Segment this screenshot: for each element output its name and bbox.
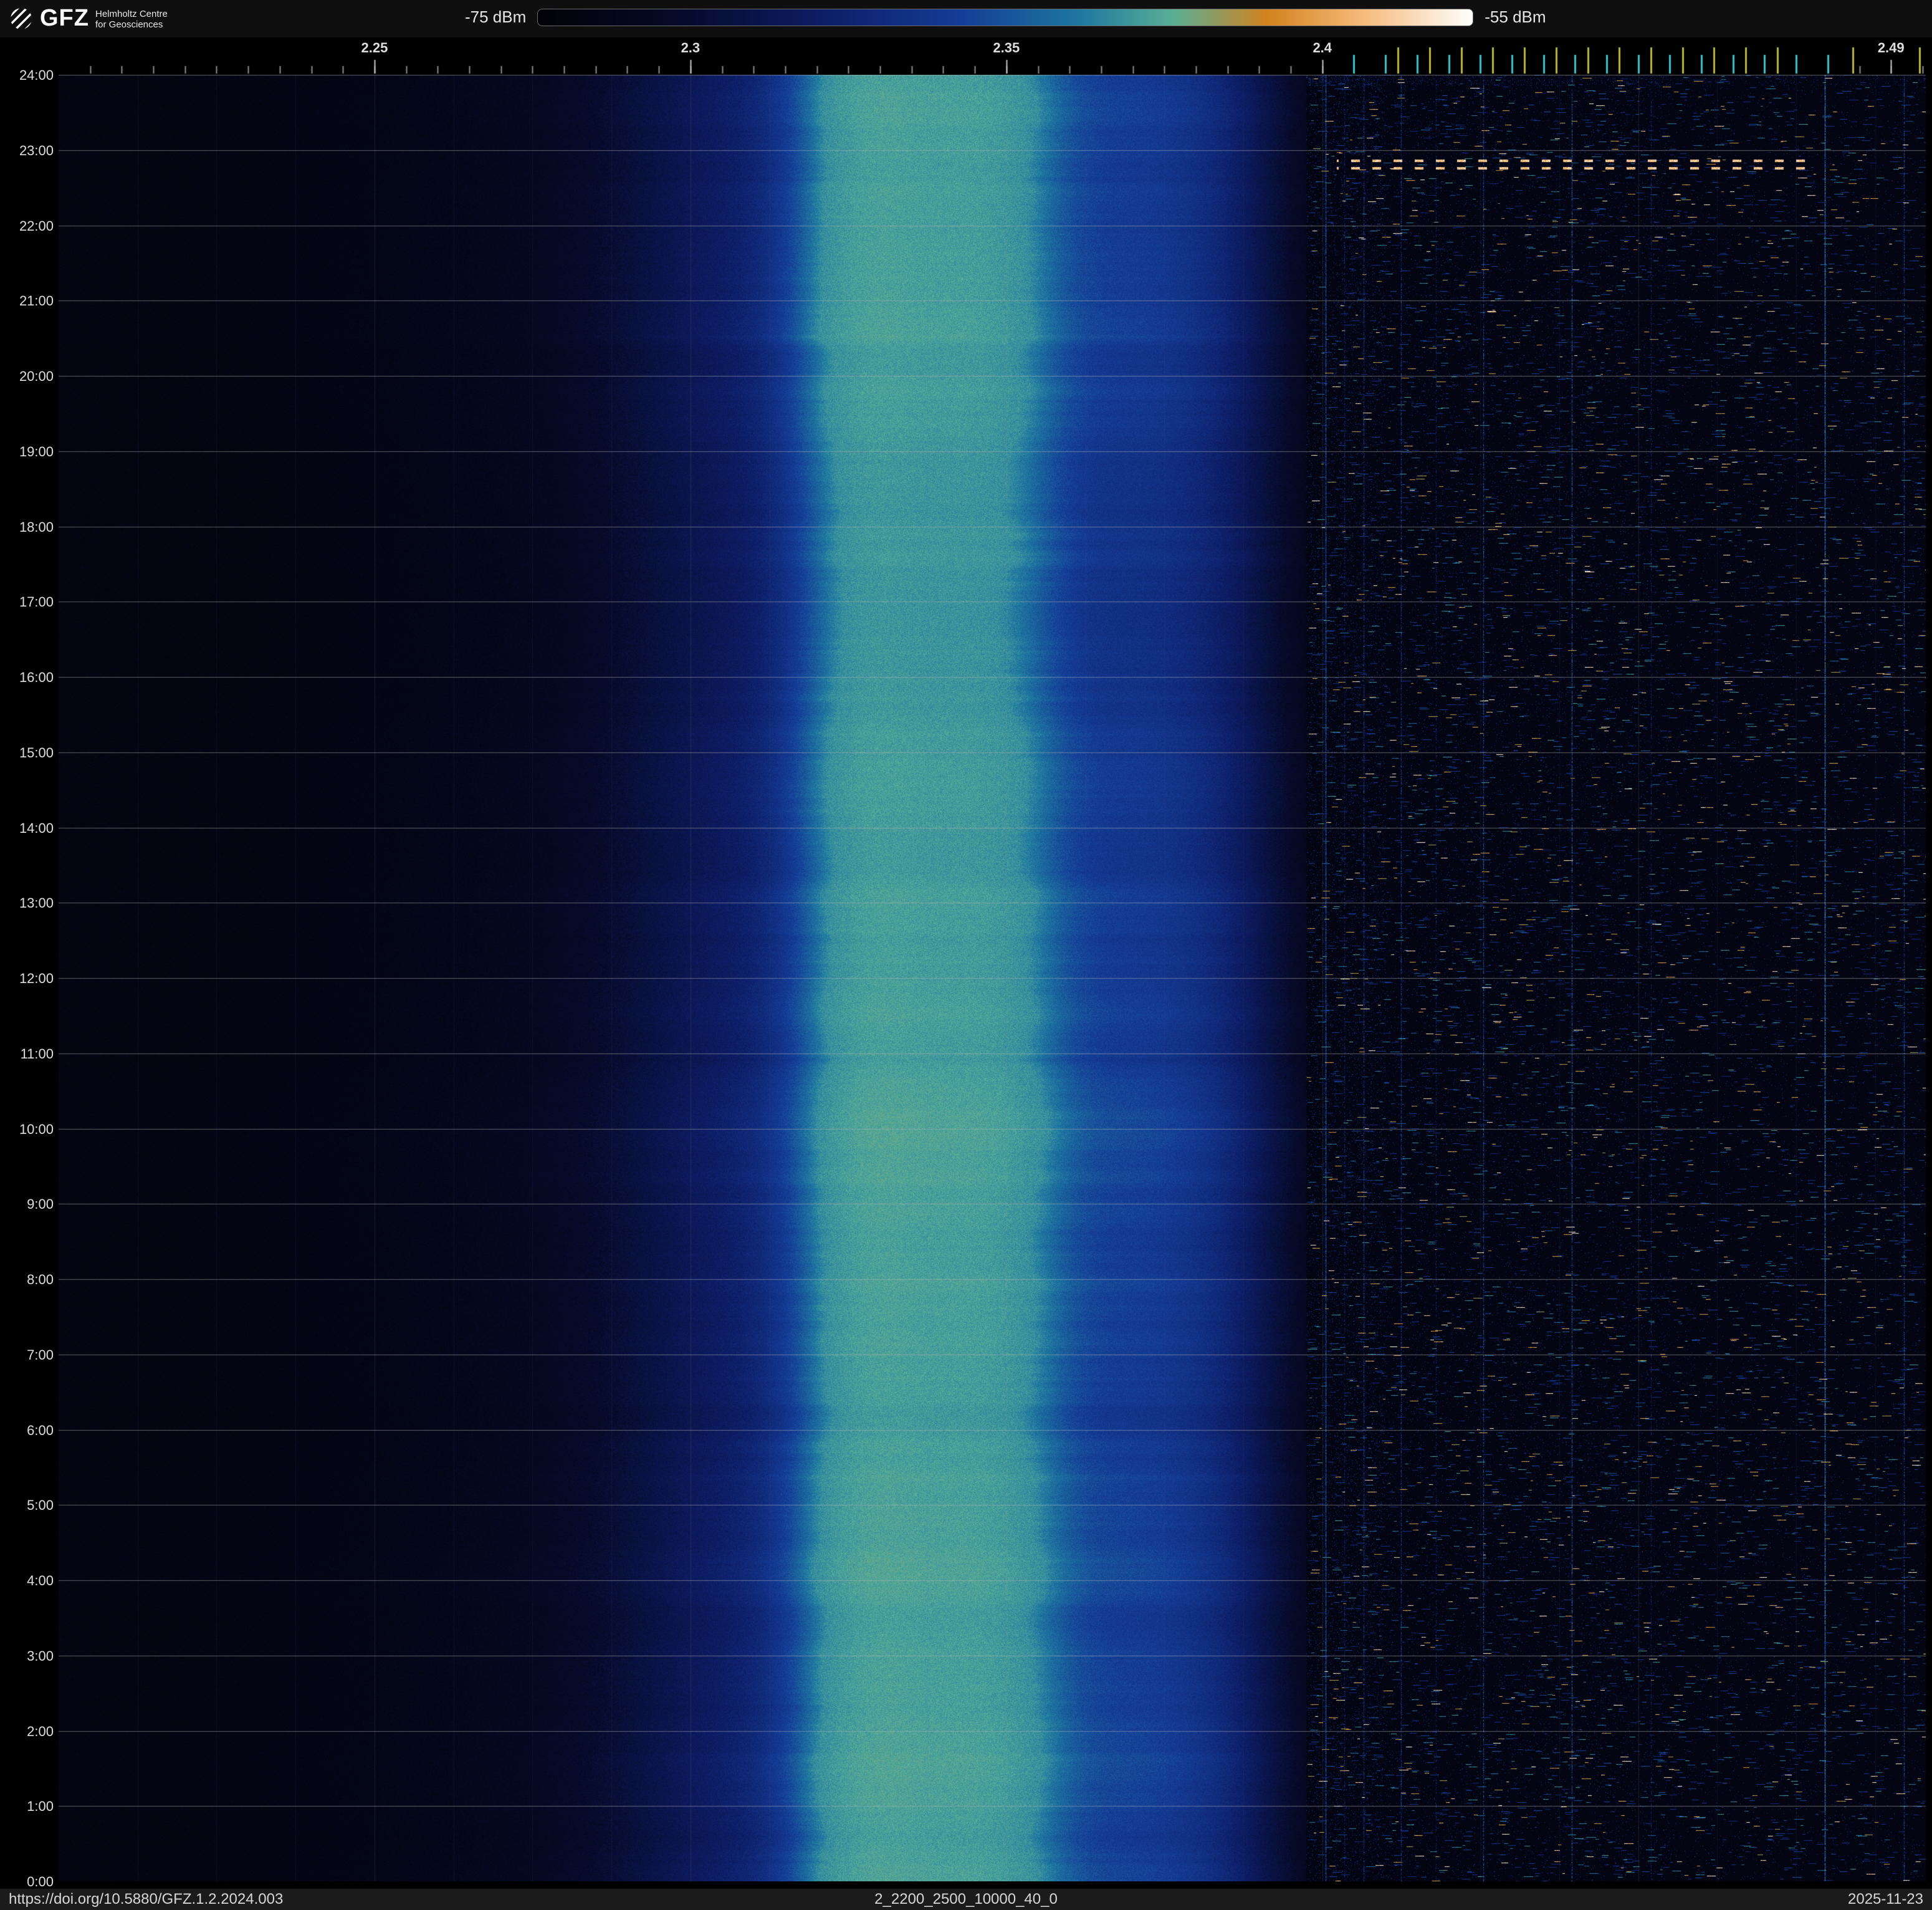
spectrogram-canvas bbox=[59, 75, 1926, 1881]
footer-doi: https://doi.org/10.5880/GFZ.1.2.2024.003 bbox=[9, 1891, 284, 1908]
time-tick-label: 20:00 bbox=[19, 368, 54, 384]
gfz-globe-icon bbox=[11, 7, 32, 29]
time-tick-label: 1:00 bbox=[27, 1798, 54, 1815]
freq-tick-label: 2.25 bbox=[361, 40, 388, 55]
logo-subtitle-line2: for Geosciences bbox=[95, 19, 163, 30]
time-tick-label: 2:00 bbox=[27, 1723, 54, 1739]
freq-tick-label: 2.35 bbox=[993, 40, 1020, 55]
time-tick-label: 14:00 bbox=[19, 820, 54, 836]
time-tick-label: 9:00 bbox=[27, 1196, 54, 1212]
freq-tick-label: 2.3 bbox=[681, 40, 701, 55]
colorbar-max-label: -55 dBm bbox=[1485, 7, 1546, 26]
time-tick-label: 13:00 bbox=[19, 895, 54, 911]
header: GFZ Helmholtz Centre for Geosciences -75… bbox=[0, 0, 1932, 37]
time-tick-label: 0:00 bbox=[27, 1874, 54, 1889]
time-tick-label: 4:00 bbox=[27, 1573, 54, 1588]
frequency-axis: 2.25 2.3 2.35 2.4 2.49 bbox=[0, 37, 1932, 75]
time-tick-label: 17:00 bbox=[19, 594, 54, 610]
time-tick-label: 10:00 bbox=[19, 1121, 54, 1137]
time-tick-label: 8:00 bbox=[27, 1272, 54, 1287]
time-tick-label: 3:00 bbox=[27, 1648, 54, 1664]
freq-tick-label: 2.4 bbox=[1313, 40, 1332, 55]
time-tick-label: 5:00 bbox=[27, 1497, 54, 1514]
time-tick-label: 7:00 bbox=[27, 1346, 54, 1363]
colorbar: -75 dBm -55 dBm bbox=[465, 7, 1546, 27]
freq-tick-label: 2.49 bbox=[1877, 40, 1905, 55]
time-tick-label: 24:00 bbox=[19, 67, 54, 83]
footer-date: 2025-11-23 bbox=[1848, 1891, 1923, 1908]
time-tick-label: 6:00 bbox=[27, 1422, 54, 1438]
footer: https://doi.org/10.5880/GFZ.1.2.2024.003… bbox=[0, 1889, 1932, 1910]
gfz-logo: GFZ Helmholtz Centre for Geosciences bbox=[9, 5, 168, 32]
time-tick-label: 16:00 bbox=[19, 669, 54, 685]
logo-subtitle-line1: Helmholtz Centre bbox=[95, 8, 168, 19]
logo-subtitle: Helmholtz Centre for Geosciences bbox=[95, 9, 168, 30]
colorbar-gradient bbox=[537, 8, 1474, 26]
footer-dataset-id: 2_2200_2500_10000_40_0 bbox=[874, 1891, 1058, 1908]
frequency-axis-ticks bbox=[0, 37, 1932, 75]
colorbar-min-label: -75 dBm bbox=[465, 7, 527, 26]
time-tick-label: 18:00 bbox=[19, 519, 54, 535]
time-tick-label: 15:00 bbox=[19, 744, 54, 761]
time-tick-label: 23:00 bbox=[19, 142, 54, 158]
time-tick-label: 22:00 bbox=[19, 218, 54, 234]
logo-acronym: GFZ bbox=[40, 5, 89, 31]
time-tick-label: 11:00 bbox=[20, 1045, 54, 1062]
time-tick-label: 21:00 bbox=[19, 293, 54, 309]
time-tick-label: 19:00 bbox=[19, 443, 54, 459]
time-tick-label: 12:00 bbox=[19, 971, 54, 986]
